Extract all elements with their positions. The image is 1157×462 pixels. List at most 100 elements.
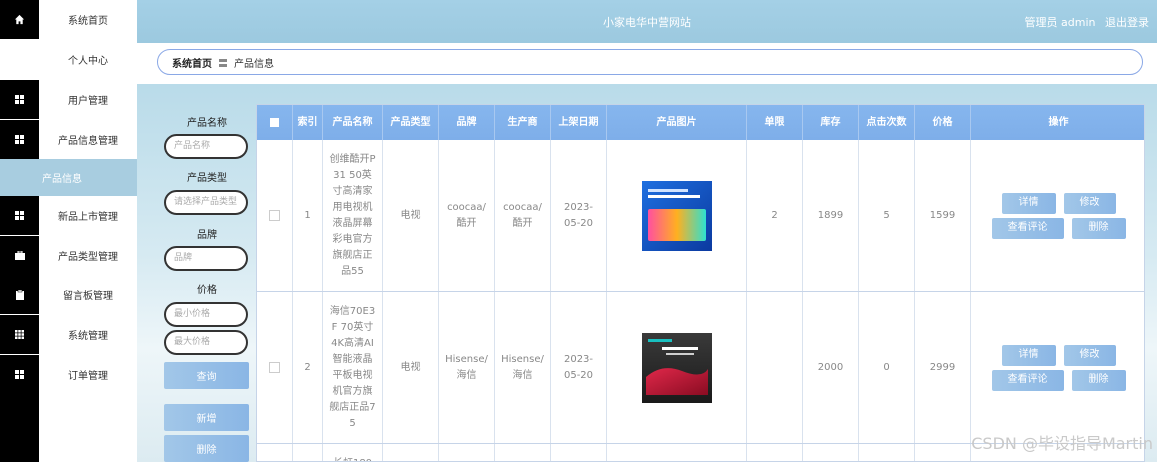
- cell-clicks: [859, 444, 915, 461]
- column-header: 单限: [747, 105, 803, 140]
- view-reviews-button[interactable]: 查看评论: [991, 217, 1064, 239]
- sidebar-item-product-info[interactable]: 产品信息: [0, 159, 137, 196]
- sidebar-item-label: 产品信息管理: [58, 136, 118, 147]
- sidebar-item-messages[interactable]: 留言板管理: [0, 275, 137, 314]
- site-title: 小家电华中营网站: [603, 16, 691, 29]
- sidebar: 系统首页 个人中心 用户管理 产品信息管理 产品信息 新品上市管理 产品类型管理: [0, 0, 137, 462]
- cell-limit: [747, 292, 803, 443]
- column-header: 索引: [293, 105, 323, 140]
- sidebar-item-label: 订单管理: [68, 371, 108, 382]
- sidebar-item-label: 留言板管理: [63, 291, 113, 302]
- cell-price: 1599: [915, 140, 971, 291]
- cell-maker: coocaa/酷开: [495, 140, 551, 291]
- sidebar-item-label: 用户管理: [68, 96, 108, 107]
- filter-price-label: 价格: [197, 285, 217, 296]
- cell-date: 2023-05-20: [551, 292, 607, 443]
- cell-product-name: 海信70E3F 70英寸4K高清AI智能液晶平板电视机官方旗舰店正品75: [323, 292, 383, 443]
- product-image[interactable]: [641, 180, 712, 251]
- cell-brand: coocaa/酷开: [439, 140, 495, 291]
- column-header: 产品类型: [383, 105, 439, 140]
- row-checkbox[interactable]: [257, 292, 293, 443]
- grid-icon: [0, 80, 39, 119]
- cell-brand: [439, 444, 495, 461]
- breadcrumb: 系统首页 〓 产品信息: [157, 49, 1143, 75]
- cell-actions: 详情 修改 查看评论 删除: [971, 292, 1144, 443]
- grid-icon: [0, 196, 39, 235]
- sidebar-item-label: 产品类型管理: [58, 252, 118, 263]
- cell-product-image: [607, 444, 747, 461]
- cell-type: [383, 444, 439, 461]
- row-checkbox[interactable]: [257, 140, 293, 291]
- sidebar-filler: [0, 394, 39, 462]
- column-header: 点击次数: [859, 105, 915, 140]
- sidebar-item-new-products[interactable]: 新品上市管理: [0, 196, 137, 235]
- cell-product-name: 创维酷开P31 50英寸高清家用电视机液晶屏幕彩电官方旗舰店正品55: [323, 140, 383, 291]
- cell-type: 电视: [383, 140, 439, 291]
- edit-button[interactable]: 修改: [1063, 192, 1116, 214]
- cell-product-image: [607, 140, 747, 291]
- cell-limit: [747, 444, 803, 461]
- sidebar-item-profile[interactable]: 个人中心: [0, 40, 137, 79]
- cell-maker: [495, 444, 551, 461]
- view-reviews-button[interactable]: 查看评论: [991, 369, 1064, 391]
- row-checkbox[interactable]: [257, 444, 293, 461]
- delete-button[interactable]: 删除: [1071, 217, 1126, 239]
- cell-product-image: [607, 292, 747, 443]
- cell-clicks: 0: [859, 292, 915, 443]
- product-table: 索引 产品名称 产品类型 品牌 生产商 上架日期 产品图片 单限 库存 点击次数…: [256, 104, 1145, 462]
- clipboard-icon: [0, 275, 39, 314]
- product-type-select[interactable]: 请选择产品类型: [164, 190, 248, 215]
- brand-input[interactable]: 品牌: [164, 246, 248, 271]
- max-price-input[interactable]: 最大价格: [164, 330, 248, 355]
- cell-index: [293, 444, 323, 461]
- sidebar-item-users[interactable]: 用户管理: [0, 80, 137, 119]
- sidebar-item-product-types[interactable]: 产品类型管理: [0, 236, 137, 275]
- add-button[interactable]: 新增: [164, 404, 249, 431]
- detail-button[interactable]: 详情: [1001, 344, 1056, 366]
- watermark: CSDN @毕设指导Martin: [971, 434, 1153, 453]
- sidebar-item-product-management[interactable]: 产品信息管理: [0, 120, 137, 159]
- cell-stock: 1899: [803, 140, 859, 291]
- column-header: 库存: [803, 105, 859, 140]
- grid-icon: [0, 355, 39, 394]
- search-button[interactable]: 查询: [164, 362, 249, 389]
- delete-button[interactable]: 删除: [1071, 369, 1126, 391]
- filter-name-label: 产品名称: [187, 118, 227, 129]
- grid-icon: [0, 315, 39, 354]
- cell-type: 电视: [383, 292, 439, 443]
- grid-icon: [0, 120, 39, 159]
- sidebar-item-home[interactable]: 系统首页: [0, 0, 137, 39]
- breadcrumb-current: 产品信息: [234, 58, 274, 70]
- cell-stock: 2000: [803, 292, 859, 443]
- cell-date: 2023-05-20: [551, 140, 607, 291]
- min-price-input[interactable]: 最小价格: [164, 302, 248, 327]
- cell-date: [551, 444, 607, 461]
- cell-stock: [803, 444, 859, 461]
- sidebar-item-orders[interactable]: 订单管理: [0, 355, 137, 394]
- filter-type-label: 产品类型: [187, 173, 227, 184]
- batch-delete-button[interactable]: 删除: [164, 435, 249, 462]
- column-header: 生产商: [495, 105, 551, 140]
- product-name-input[interactable]: 产品名称: [164, 134, 248, 159]
- cell-price: 2999: [915, 292, 971, 443]
- admin-label: 管理员 admin: [1024, 16, 1096, 29]
- sidebar-item-system[interactable]: 系统管理: [0, 315, 137, 354]
- column-header: 产品名称: [323, 105, 383, 140]
- table-header: 索引 产品名称 产品类型 品牌 生产商 上架日期 产品图片 单限 库存 点击次数…: [257, 105, 1144, 140]
- detail-button[interactable]: 详情: [1001, 192, 1056, 214]
- column-header: 操作: [1048, 117, 1069, 128]
- logout-link[interactable]: 退出登录: [1105, 16, 1149, 29]
- select-all-checkbox[interactable]: [257, 105, 293, 140]
- product-image[interactable]: [641, 332, 712, 403]
- column-header: 品牌: [439, 105, 495, 140]
- edit-button[interactable]: 修改: [1063, 344, 1116, 366]
- cell-clicks: 5: [859, 140, 915, 291]
- sidebar-item-label: 新品上市管理: [58, 212, 118, 223]
- cell-product-name: 长虹180: [323, 444, 383, 461]
- sidebar-item-label: 系统首页: [68, 16, 108, 27]
- sidebar-item-label: 系统管理: [68, 331, 108, 342]
- sidebar-item-label: 产品信息: [42, 174, 82, 185]
- cell-index: 1: [293, 140, 323, 291]
- breadcrumb-home[interactable]: 系统首页: [172, 55, 212, 70]
- sidebar-item-label: 个人中心: [68, 56, 108, 67]
